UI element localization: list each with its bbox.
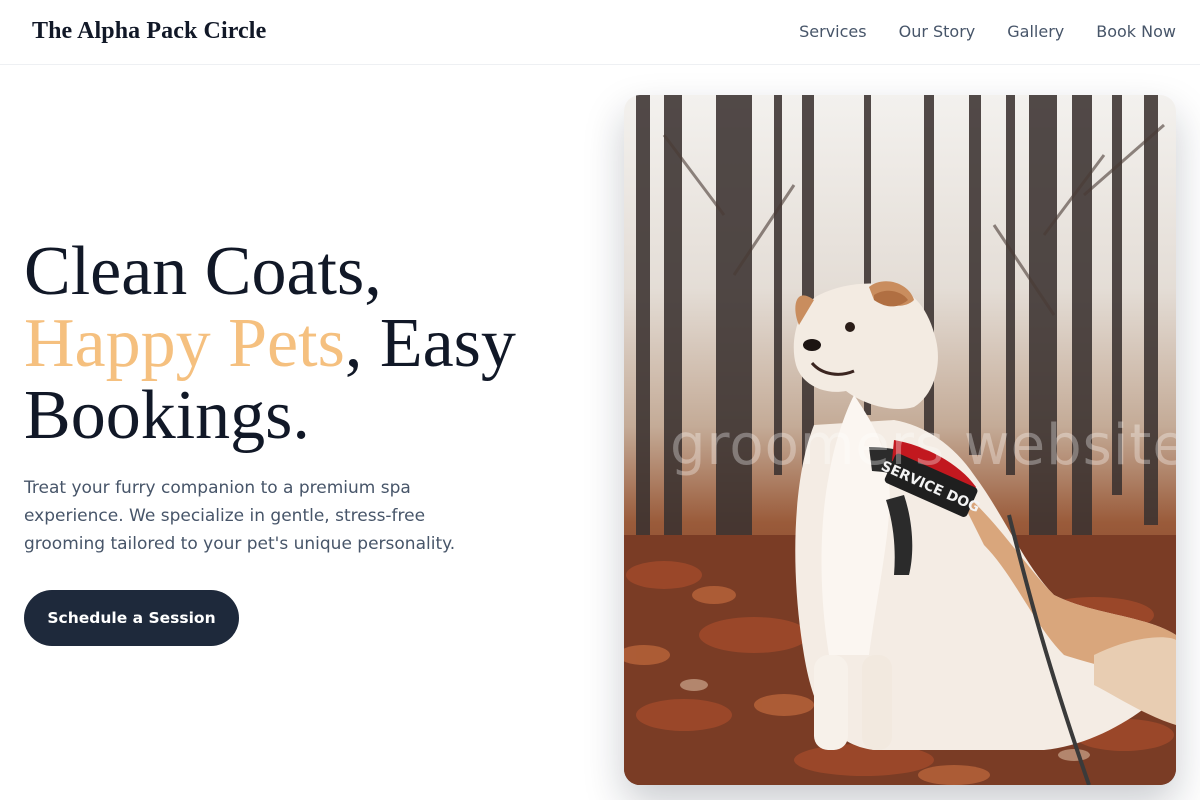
nav-book-now-link[interactable]: Book Now <box>1096 21 1176 43</box>
nav-gallery-link[interactable]: Gallery <box>1007 21 1064 43</box>
hero-title-line3: Bookings. <box>24 377 310 454</box>
nav-our-story-link[interactable]: Our Story <box>899 21 976 43</box>
hero-title-line2: , Easy <box>344 305 516 382</box>
main-nav: Services Our Story Gallery Book Now <box>799 21 1176 43</box>
hero-title-accent: Happy Pets <box>24 305 345 382</box>
site-header: The Alpha Pack Circle Services Our Story… <box>0 0 1200 65</box>
image-watermark: groomers website <box>670 413 1176 478</box>
hero-title-line1: Clean Coats, <box>24 233 382 310</box>
hero-description: Treat your furry companion to a premium … <box>24 478 456 554</box>
nav-services-link[interactable]: Services <box>799 21 866 43</box>
schedule-session-button[interactable]: Schedule a Session <box>24 590 239 646</box>
hero-title: Clean Coats, Happy Pets, Easy Bookings. <box>24 236 584 452</box>
hero-dog-photo: SERVICE DOG groomers website <box>624 95 1176 785</box>
site-logo[interactable]: The Alpha Pack Circle <box>32 18 266 45</box>
